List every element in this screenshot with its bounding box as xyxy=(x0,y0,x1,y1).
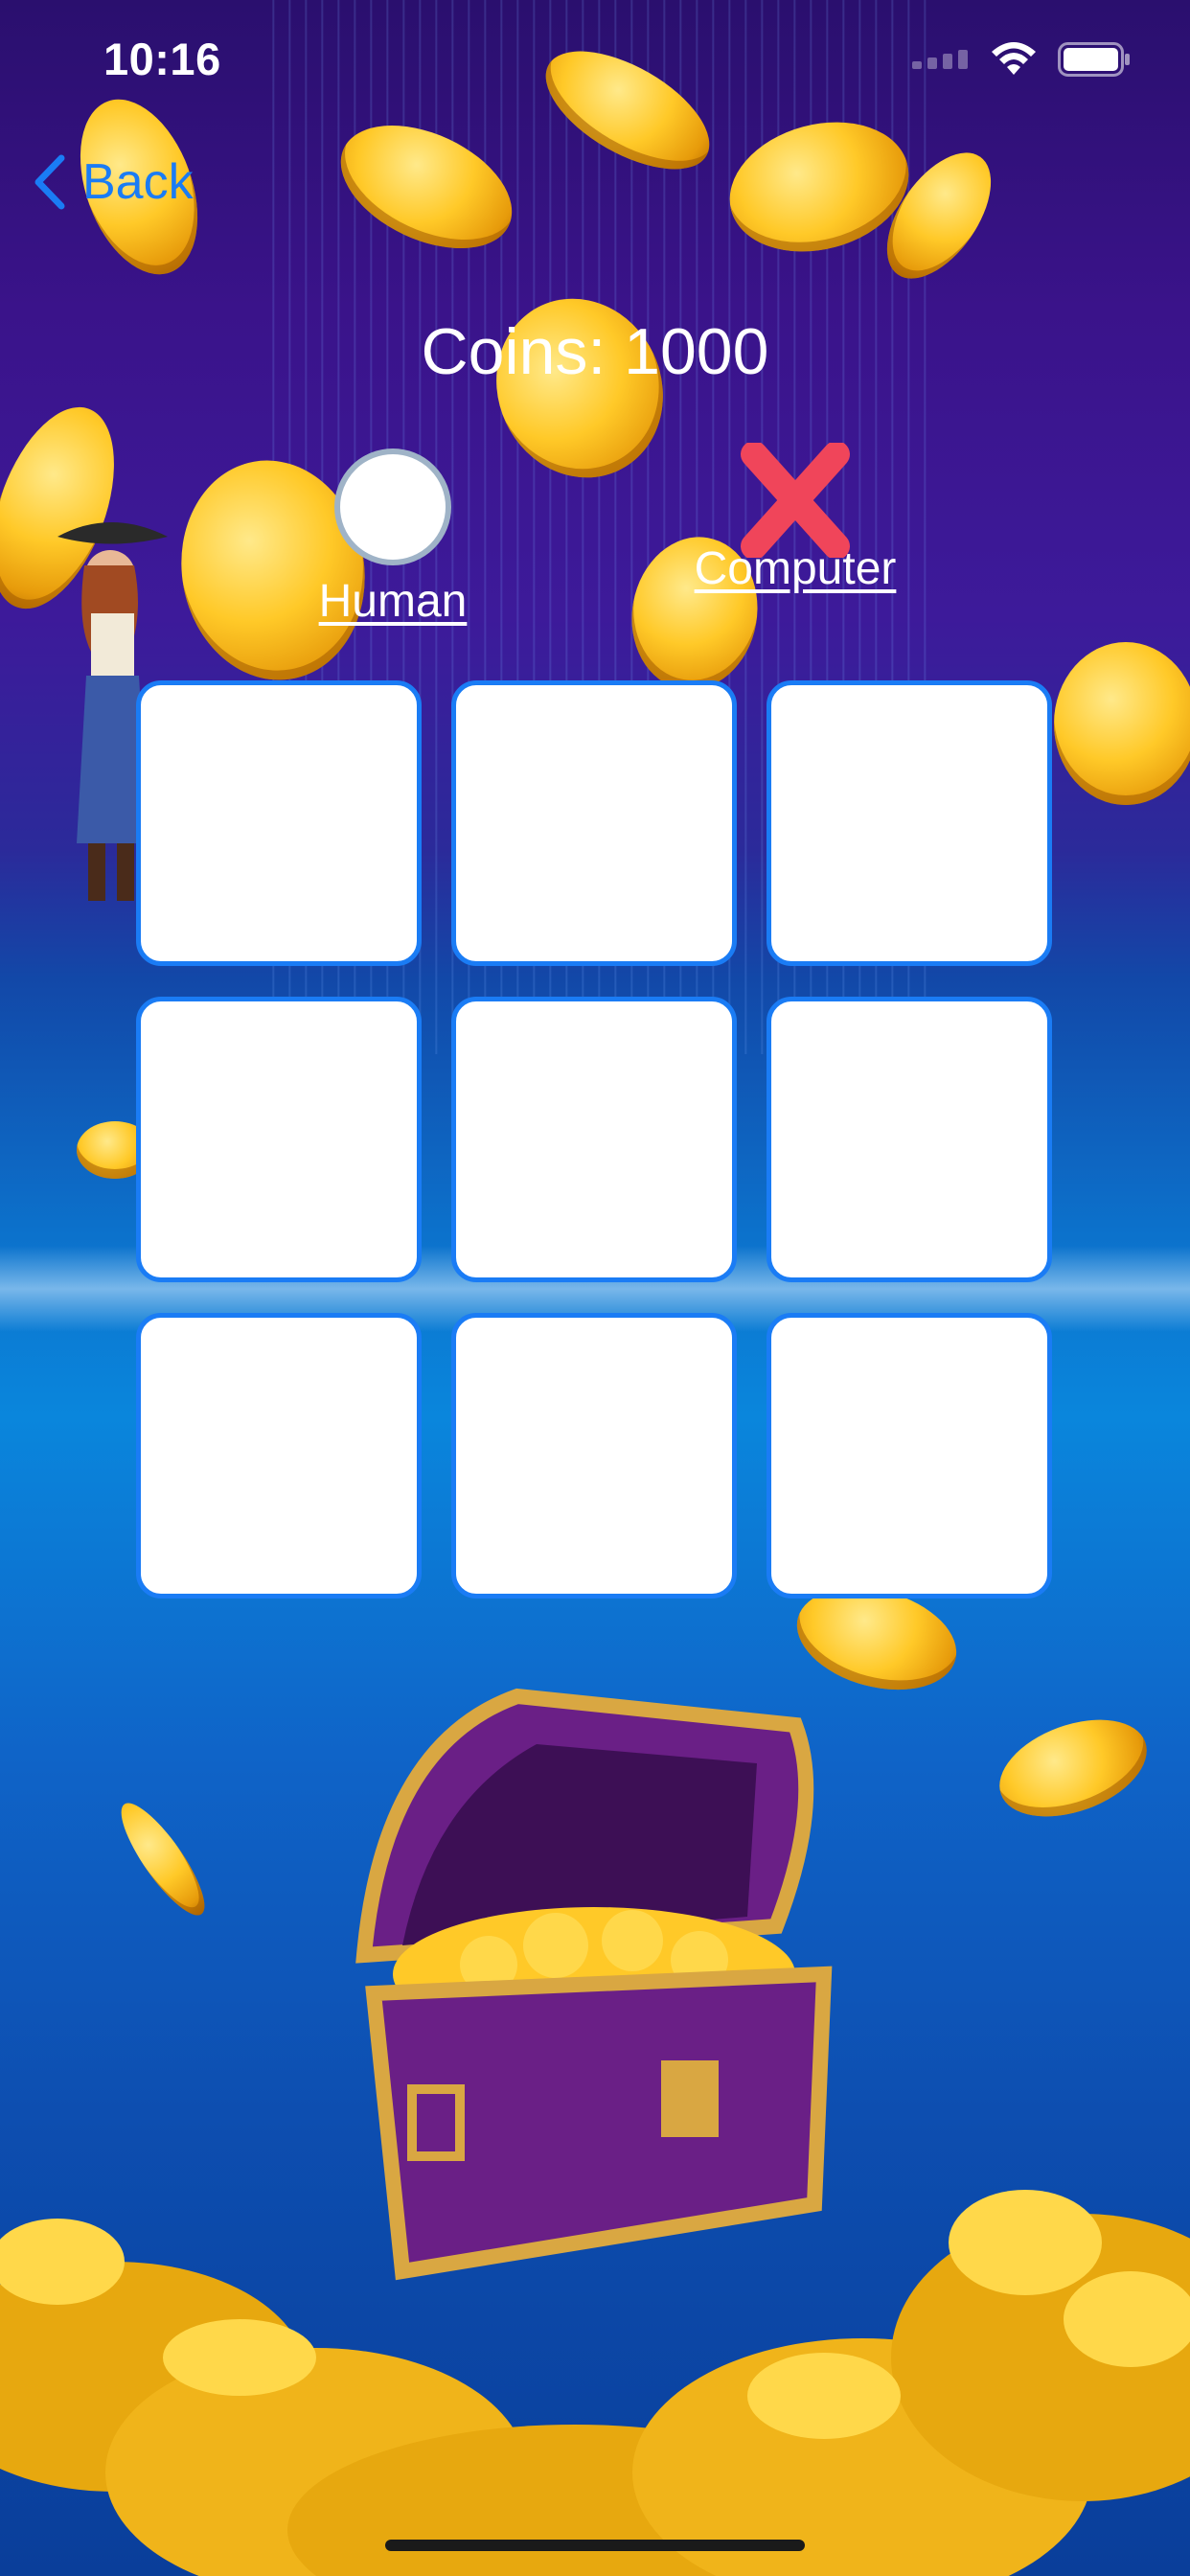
player-human-label: Human xyxy=(318,576,468,627)
board-cell[interactable] xyxy=(136,1313,422,1598)
player-computer-label: Computer xyxy=(694,543,897,594)
board-cell[interactable] xyxy=(451,680,737,966)
coin-decoration xyxy=(108,1793,217,1925)
chevron-left-icon xyxy=(34,154,65,210)
coin-decoration xyxy=(986,1701,1160,1835)
coin-pile-illustration xyxy=(0,2190,1190,2576)
circle-marker-icon xyxy=(334,448,451,565)
cross-marker-icon xyxy=(741,443,850,558)
board-cell[interactable] xyxy=(451,997,737,1282)
game-board xyxy=(136,680,1054,1598)
status-bar-icons xyxy=(912,42,1131,77)
player-human-toggle[interactable]: Human xyxy=(307,448,479,628)
cellular-signal-icon xyxy=(912,50,968,69)
board-cell[interactable] xyxy=(767,680,1052,966)
battery-icon xyxy=(1058,42,1130,77)
board-cell[interactable] xyxy=(451,1313,737,1598)
wifi-icon xyxy=(992,42,1036,75)
board-cell[interactable] xyxy=(767,997,1052,1282)
back-button[interactable]: Back xyxy=(33,153,194,211)
back-button-label: Back xyxy=(82,154,194,210)
board-cell[interactable] xyxy=(136,997,422,1282)
coin-decoration xyxy=(1054,642,1190,805)
home-indicator[interactable] xyxy=(385,2540,805,2551)
player-computer-toggle[interactable]: Computer xyxy=(671,443,920,595)
board-cell[interactable] xyxy=(767,1313,1052,1598)
coins-counter: Coins: 1000 xyxy=(421,315,769,388)
status-bar-time: 10:16 xyxy=(103,34,221,84)
board-cell[interactable] xyxy=(136,680,422,966)
game-screen: 10:16 Back Coins: 1000 Human Computer xyxy=(0,0,1190,2576)
